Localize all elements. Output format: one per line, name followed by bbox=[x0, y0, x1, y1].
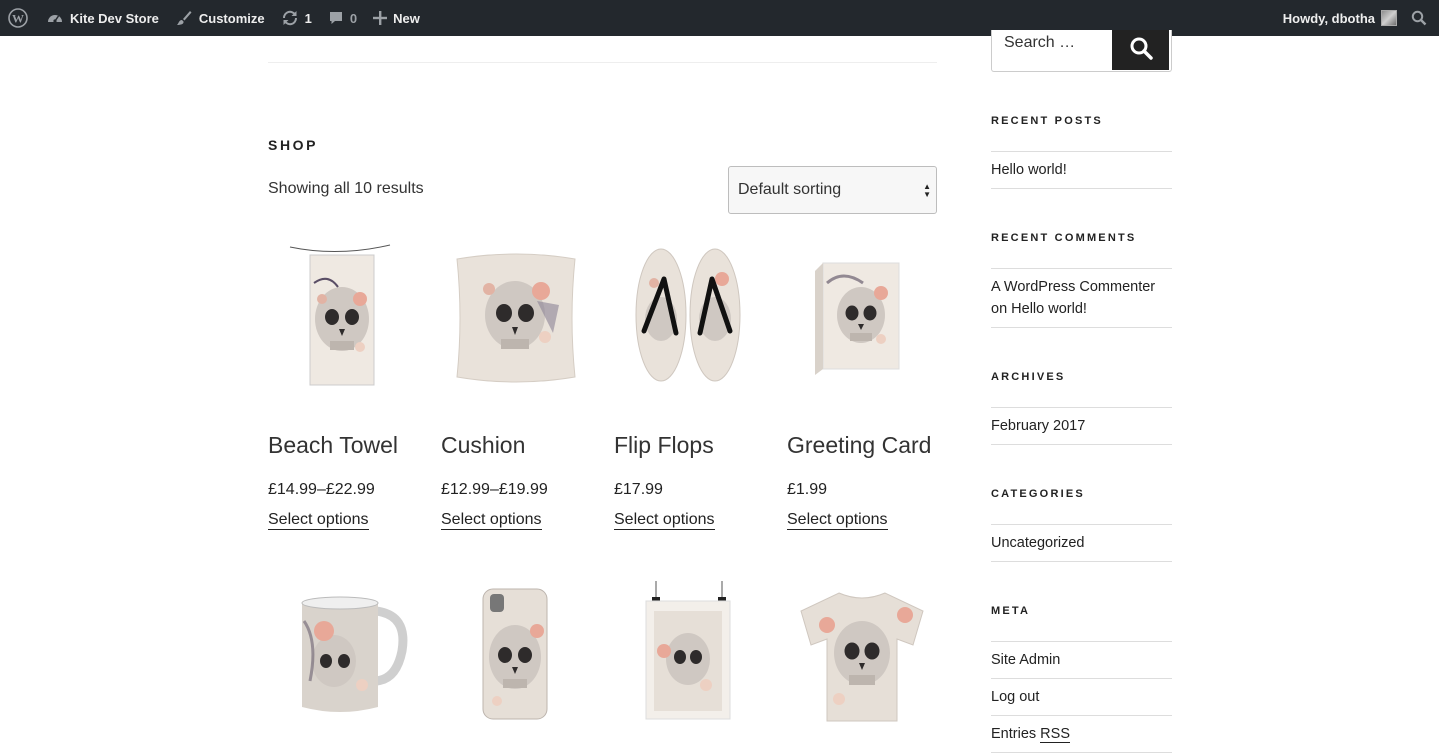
admin-search-button[interactable] bbox=[1405, 0, 1439, 36]
sort-select[interactable]: Default sorting ▲ ▼ bbox=[728, 166, 937, 214]
updates-icon bbox=[281, 9, 299, 27]
rss-abbr: RSS bbox=[1040, 726, 1070, 743]
result-count: Showing all 10 results bbox=[268, 180, 424, 197]
select-options-button[interactable]: Select options bbox=[268, 510, 369, 530]
list-item: Entries RSS bbox=[991, 715, 1172, 753]
product-title[interactable]: Cushion bbox=[441, 432, 525, 459]
product-image-greeting-card[interactable] bbox=[787, 243, 937, 393]
new-content-link[interactable]: New bbox=[365, 0, 428, 36]
search-submit-button[interactable] bbox=[1112, 30, 1169, 70]
customize-link[interactable]: Customize bbox=[167, 0, 273, 36]
log-out-link[interactable]: Log out bbox=[991, 689, 1039, 705]
entries-rss-link[interactable]: Entries RSS bbox=[991, 726, 1070, 743]
page-title: SHOP bbox=[268, 137, 319, 153]
product-image-flip-flops[interactable] bbox=[614, 243, 764, 393]
select-options-button[interactable]: Select options bbox=[787, 510, 888, 530]
wordpress-logo-button[interactable]: W bbox=[0, 0, 38, 36]
wordpress-icon: W bbox=[8, 8, 28, 28]
dashboard-icon bbox=[46, 9, 64, 27]
widget-title-recent-comments: RECENT COMMENTS bbox=[991, 232, 1137, 244]
list-item: February 2017 bbox=[991, 407, 1172, 445]
site-admin-link[interactable]: Site Admin bbox=[991, 652, 1060, 668]
widget-title-categories: CATEGORIES bbox=[991, 488, 1085, 500]
list-item: Hello world! bbox=[991, 151, 1172, 189]
comments-link[interactable]: 0 bbox=[320, 0, 365, 36]
meta-list: Site Admin Log out Entries RSS bbox=[991, 641, 1172, 753]
product-price: £1.99 bbox=[787, 481, 828, 498]
product-title[interactable]: Greeting Card bbox=[787, 432, 931, 459]
search-input[interactable]: Search … bbox=[1004, 34, 1075, 52]
list-item: Log out bbox=[991, 678, 1172, 715]
product-price: £12.99–£19.99 bbox=[441, 481, 548, 498]
recent-posts-list: Hello world! bbox=[991, 151, 1172, 189]
widget-title-archives: ARCHIVES bbox=[991, 371, 1066, 383]
plus-icon bbox=[373, 11, 388, 25]
svg-text:W: W bbox=[12, 12, 24, 26]
product-price: £14.99–£22.99 bbox=[268, 481, 375, 498]
search-icon bbox=[1129, 36, 1153, 65]
product-image-t-shirt[interactable] bbox=[787, 581, 937, 731]
product-image-cushion[interactable] bbox=[441, 243, 591, 393]
product-image-phone-case[interactable] bbox=[441, 581, 591, 731]
search-icon bbox=[1411, 10, 1427, 26]
recent-post-link[interactable]: Hello world! bbox=[991, 162, 1067, 178]
archives-list: February 2017 bbox=[991, 407, 1172, 445]
howdy-label: Howdy, dbotha bbox=[1282, 10, 1375, 26]
comment-on-label: on bbox=[991, 301, 1008, 317]
select-options-button[interactable]: Select options bbox=[614, 510, 715, 530]
site-name-label: Kite Dev Store bbox=[70, 10, 159, 26]
site-name-link[interactable]: Kite Dev Store bbox=[38, 0, 167, 36]
list-item: Site Admin bbox=[991, 641, 1172, 678]
entries-label: Entries bbox=[991, 726, 1037, 742]
category-link[interactable]: Uncategorized bbox=[991, 535, 1085, 551]
product-image-mug[interactable] bbox=[268, 581, 418, 731]
widget-title-meta: META bbox=[991, 605, 1031, 617]
categories-list: Uncategorized bbox=[991, 524, 1172, 562]
admin-bar: W Kite Dev Store Customize 1 0 New Howdy… bbox=[0, 0, 1439, 36]
comments-count: 0 bbox=[349, 10, 358, 26]
customize-label: Customize bbox=[198, 10, 265, 26]
list-item: A WordPress Commenter on Hello world! bbox=[991, 268, 1172, 328]
new-label: New bbox=[393, 10, 420, 26]
updates-count: 1 bbox=[304, 10, 312, 26]
updates-link[interactable]: 1 bbox=[273, 0, 320, 36]
sort-select-value: Default sorting bbox=[738, 181, 842, 198]
comment-author-link[interactable]: A WordPress Commenter bbox=[991, 279, 1155, 295]
product-title[interactable]: Flip Flops bbox=[614, 432, 714, 459]
select-arrows-icon: ▲ ▼ bbox=[923, 182, 931, 199]
comment-icon bbox=[328, 10, 344, 26]
my-account-link[interactable]: Howdy, dbotha bbox=[1275, 0, 1405, 36]
product-image-poster[interactable] bbox=[614, 581, 764, 731]
product-title[interactable]: Beach Towel bbox=[268, 432, 398, 459]
avatar bbox=[1381, 10, 1397, 26]
search-form: Search … bbox=[991, 30, 1172, 72]
product-price: £17.99 bbox=[614, 481, 663, 498]
recent-comments-list: A WordPress Commenter on Hello world! bbox=[991, 268, 1172, 328]
admin-bar-secondary: Howdy, dbotha bbox=[1275, 0, 1439, 36]
divider bbox=[268, 62, 937, 63]
list-item: Uncategorized bbox=[991, 524, 1172, 562]
comment-post-link[interactable]: Hello world! bbox=[1011, 301, 1087, 317]
widget-title-recent-posts: RECENT POSTS bbox=[991, 115, 1103, 127]
product-image-beach-towel[interactable] bbox=[268, 243, 418, 393]
archive-link[interactable]: February 2017 bbox=[991, 418, 1085, 434]
select-options-button[interactable]: Select options bbox=[441, 510, 542, 530]
brush-icon bbox=[175, 9, 193, 27]
